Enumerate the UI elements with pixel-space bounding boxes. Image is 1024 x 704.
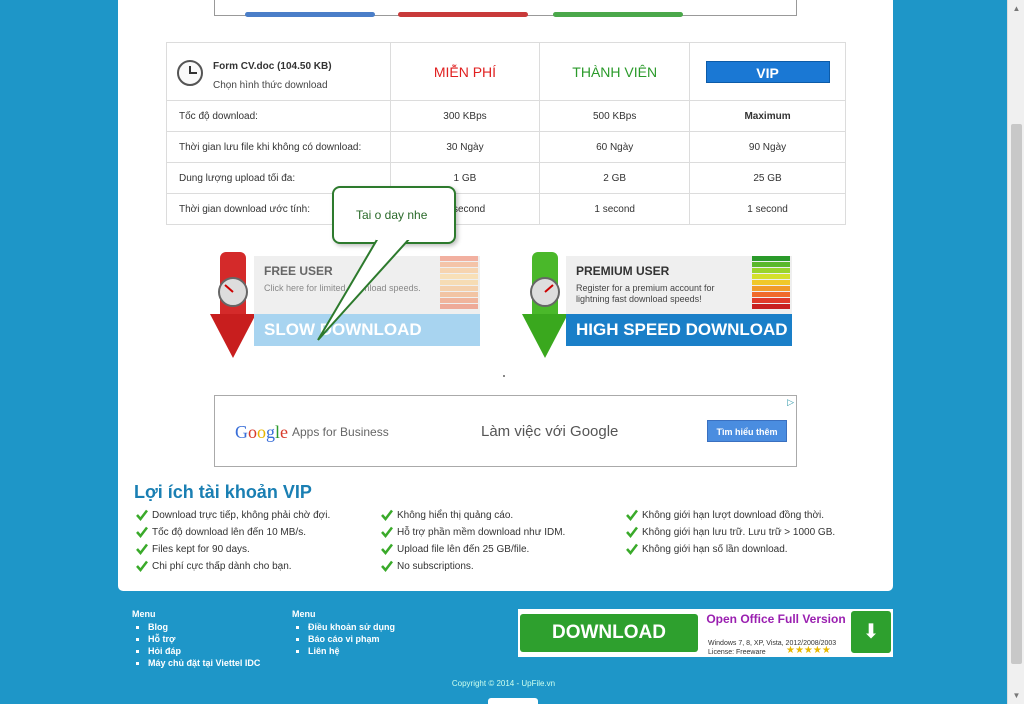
list-item: Tốc độ download lên đến 10 MB/s. (134, 526, 374, 543)
check-icon (136, 509, 148, 521)
check-icon (626, 509, 638, 521)
scroll-up-icon[interactable]: ▲ (1008, 0, 1024, 17)
premium-user-title: PREMIUM USER (576, 264, 670, 278)
open-office-ad[interactable]: DOWNLOAD Open Office Full Version Window… (518, 609, 893, 657)
plan-member-header: THÀNH VIÊN (572, 63, 658, 80)
check-icon (136, 560, 148, 572)
table-row: Thời gian lưu file khi không có download… (166, 131, 846, 163)
scroll-thumb[interactable] (1011, 124, 1022, 664)
check-icon (381, 560, 393, 572)
bubble-text: Tai o day nhe (356, 208, 428, 222)
premium-download-box[interactable]: PREMIUM USER Register for a premium acco… (522, 252, 802, 362)
list-item: Không hiển thị quảng cáo. (379, 509, 619, 526)
scrollbar[interactable]: ▲ ▼ (1007, 0, 1024, 704)
table-row: Thời gian download ước tính: 1 second 1 … (166, 193, 846, 225)
file-name: Form CV.doc (104.50 KB) (213, 61, 332, 72)
footer-link-report[interactable]: Báo cáo vi phạm (292, 633, 395, 645)
footer-link-contact[interactable]: Liên hệ (292, 645, 395, 657)
scroll-down-icon[interactable]: ▼ (1008, 687, 1024, 704)
ad-title: Open Office Full Version (706, 612, 846, 626)
premium-user-desc: Register for a premium account for light… (576, 283, 715, 304)
green-arrow-icon (522, 252, 568, 358)
list-item: No subscriptions. (379, 560, 619, 577)
apps-for-business: Apps for Business (292, 425, 389, 439)
footer-menu-2: Menu Điều khoản sử dụng Báo cáo vi phạm … (292, 609, 396, 657)
google-logo: Google (235, 422, 289, 442)
list-item: Download trực tiếp, không phải chờ đợi. (134, 509, 374, 526)
table-row: Tốc độ download: 300 KBps 500 KBps Maxim… (166, 100, 846, 132)
footer-link-faq[interactable]: Hỏi đáp (132, 645, 260, 657)
check-icon (381, 509, 393, 521)
copyright: Copyright © 2014 - UpFile.vn (451, 679, 556, 688)
footer-link-terms[interactable]: Điều khoản sử dụng (292, 621, 395, 633)
check-icon (626, 526, 638, 538)
footer-link-blog[interactable]: Blog (132, 621, 260, 633)
check-icon (136, 543, 148, 555)
vip-benefits-title: Lợi ích tài khoản VIP (134, 482, 312, 502)
main-content: Form CV.doc (104.50 KB) Chọn hình thức d… (118, 0, 893, 591)
plan-free-header: MIỄN PHÍ (433, 63, 497, 80)
google-ad-tagline: Làm việc với Google (481, 423, 619, 440)
vip-button[interactable]: VIP (705, 60, 830, 83)
bubble-pointer (317, 236, 416, 341)
ad-download-button[interactable]: DOWNLOAD (520, 614, 698, 652)
list-item: Upload file lên đến 25 GB/file. (379, 543, 619, 560)
google-apps-ad[interactable]: ▷ Google Apps for Business Làm việc với … (214, 395, 797, 467)
high-speed-download-button[interactable]: HIGH SPEED DOWNLOAD (566, 314, 792, 346)
file-subtitle: Chọn hình thức download (213, 80, 328, 91)
footer-link-viettel[interactable]: Máy chủ đặt tại Viettel IDC (132, 657, 260, 669)
clock-icon (177, 60, 203, 86)
list-item: Không giới hạn lưu trữ. Lưu trữ > 1000 G… (624, 526, 864, 543)
list-item: Hỗ trợ phần mềm download như IDM. (379, 526, 619, 543)
list-item: Chi phí cực thấp dành cho bạn. (134, 560, 374, 577)
table-row: Dung lượng upload tối đa: 1 GB 2 GB 25 G… (166, 162, 846, 194)
check-icon (381, 526, 393, 538)
footer-menu-1: Menu Blog Hỗ trợ Hỏi đáp Máy chủ đặt tại… (132, 609, 261, 669)
footer-link-support[interactable]: Hỗ trợ (132, 633, 260, 645)
list-item: Không giới hạn lượt download đồng thời. (624, 509, 864, 526)
speed-meter-premium (752, 256, 790, 314)
top-banner-ad[interactable] (214, 0, 797, 17)
check-icon (381, 543, 393, 555)
learn-more-button[interactable]: Tìm hiểu thêm (707, 420, 787, 442)
plan-comparison-table: Form CV.doc (104.50 KB) Chọn hình thức d… (166, 42, 846, 225)
check-icon (136, 526, 148, 538)
download-tray-icon: ⬇ (851, 611, 891, 653)
adchoices-icon[interactable]: ▷ (787, 397, 794, 408)
check-icon (626, 543, 638, 555)
list-item: Không giới hạn số lần download. (624, 543, 864, 560)
list-item: Files kept for 90 days. (134, 543, 374, 560)
file-info-cell: Form CV.doc (104.50 KB) Chọn hình thức d… (166, 42, 391, 101)
red-arrow-icon (210, 252, 256, 358)
rating-stars: ★★★★★ (786, 645, 831, 656)
